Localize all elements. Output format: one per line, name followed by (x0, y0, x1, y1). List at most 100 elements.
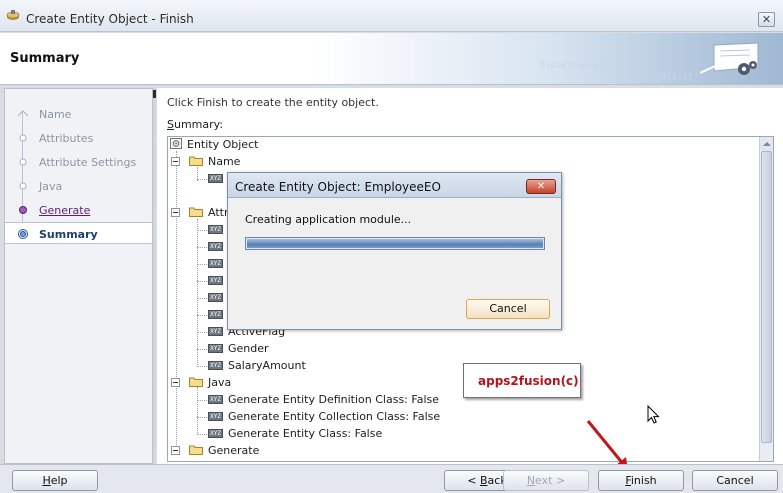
dialog-titlebar: Create Entity Object: EmployeeEO ✕ (228, 173, 561, 198)
nav-step-generate[interactable]: Generate (5, 199, 152, 221)
collapse-icon[interactable] (171, 446, 180, 455)
close-icon: ✕ (536, 181, 546, 192)
help-mnemonic: H (42, 474, 51, 487)
watermark-text: apps2fusion(c) (478, 374, 579, 388)
tree-item-label: Generate Entity Class: False (228, 427, 383, 440)
tree-guide (197, 247, 207, 248)
attribute-icon: XYZ (208, 276, 223, 285)
mouse-cursor-icon (647, 405, 660, 424)
tree-guide (197, 230, 207, 231)
nav-step-label: Attribute Settings (39, 156, 137, 169)
nav-step-summary[interactable]: Summary (5, 222, 152, 244)
progress-dialog: Create Entity Object: EmployeeEO ✕ Creat… (227, 172, 562, 330)
step-icon (18, 110, 28, 117)
wizard-step-nav: Name Attributes Attribute Settings Java … (4, 88, 153, 464)
finish-button[interactable]: Finish (598, 470, 684, 491)
scroll-up-icon[interactable] (760, 137, 773, 151)
nav-step-label: Generate (39, 204, 91, 217)
window-titlebar: Create Entity Object - Finish ✕ (0, 0, 783, 32)
splitter-collapse-icon[interactable] (153, 90, 156, 98)
tree-item-label: Java (208, 376, 232, 389)
step-icon (19, 206, 27, 214)
tree-item-label: Generate Entity Collection Class: False (228, 410, 441, 423)
attribute-icon: XYZ (208, 310, 223, 319)
nav-step-label: Summary (39, 228, 98, 241)
tree-guide (197, 417, 207, 418)
finish-label: inish (630, 474, 657, 487)
nav-step-attribute-settings: Attribute Settings (5, 151, 152, 173)
collapse-icon[interactable] (171, 378, 180, 387)
attribute-icon: XYZ (208, 225, 223, 234)
entity-object-icon (170, 138, 183, 149)
tree-guide (197, 434, 207, 435)
collapse-icon[interactable] (171, 157, 180, 166)
header-binary-decoration: 0101010101010101010101 (540, 61, 657, 70)
dialog-close-button[interactable]: ✕ (526, 179, 556, 194)
attribute-icon: XYZ (208, 242, 223, 251)
nav-step-attributes: Attributes (5, 127, 152, 149)
progress-message: Creating application module... (245, 213, 412, 226)
watermark-label: apps2fusion(c) (463, 363, 581, 398)
next-label: ext > (535, 474, 566, 487)
step-icon (19, 182, 27, 190)
step-icon (19, 158, 27, 166)
wizard-header: Summary 0101010101010101010101 010101010… (0, 33, 783, 85)
tree-guide (197, 400, 207, 401)
close-icon: ✕ (761, 13, 772, 26)
tree-guide (197, 349, 207, 350)
attribute-icon: XYZ (208, 361, 223, 370)
next-button[interactable]: Next > (503, 470, 589, 491)
back-mnemonic: B (480, 474, 488, 487)
tree-guide (197, 264, 207, 265)
progress-bar (245, 237, 545, 250)
tree-guide (197, 281, 207, 282)
folder-icon (189, 377, 203, 387)
attribute-icon: XYZ (208, 412, 223, 421)
wizard-button-bar: Help < Back Next > Finish Cancel (0, 464, 783, 493)
help-button[interactable]: Help (12, 470, 98, 491)
nav-step-label: Java (39, 180, 63, 193)
attribute-icon: XYZ (208, 259, 223, 268)
next-mnemonic: N (526, 474, 536, 487)
window-close-button[interactable]: ✕ (758, 12, 775, 27)
window-title: Create Entity Object - Finish (26, 12, 194, 26)
current-step-icon (18, 229, 28, 239)
panel-splitter[interactable] (153, 88, 156, 464)
summary-label: Summary: (167, 118, 223, 131)
help-label: elp (50, 474, 68, 487)
tree-guide (197, 332, 207, 333)
wizard-gear-icon (700, 42, 759, 75)
attribute-icon: XYZ (208, 174, 223, 183)
instruction-text: Click Finish to create the entity object… (167, 96, 379, 109)
nav-step-java: Java (5, 175, 152, 197)
scrollbar-thumb[interactable] (761, 151, 772, 443)
tree-guide (176, 151, 177, 451)
summary-label-text: ummary: (173, 118, 224, 131)
tree-guide (197, 366, 207, 367)
nav-step-name: Name (5, 103, 152, 125)
tree-guide (197, 298, 207, 299)
tree-vertical-scrollbar[interactable] (759, 137, 773, 461)
summary-label-mnemonic: S (167, 118, 174, 131)
attribute-icon: XYZ (208, 327, 223, 336)
tree-item-label: Gender (228, 342, 269, 355)
attribute-icon: XYZ (208, 429, 223, 438)
dialog-cancel-button[interactable]: Cancel (466, 299, 550, 319)
collapse-icon[interactable] (171, 208, 180, 217)
progress-bar-fill (247, 239, 543, 248)
tree-guide (197, 219, 198, 367)
nav-step-label: Attributes (39, 132, 94, 145)
tree-item-label: SalaryAmount (228, 359, 306, 372)
back-arrow: < (467, 474, 480, 487)
tree-guide (197, 315, 207, 316)
attribute-icon: XYZ (208, 344, 223, 353)
attribute-icon: XYZ (208, 293, 223, 302)
folder-icon (189, 156, 203, 166)
tree-root-label: Entity Object (187, 138, 259, 151)
folder-icon (189, 207, 203, 217)
page-title: Summary (10, 51, 80, 66)
tree-item-label: Generate (208, 444, 260, 457)
cancel-button[interactable]: Cancel (692, 470, 778, 491)
tree-item-label: Attr (208, 206, 229, 219)
nav-step-label: Name (39, 108, 72, 121)
